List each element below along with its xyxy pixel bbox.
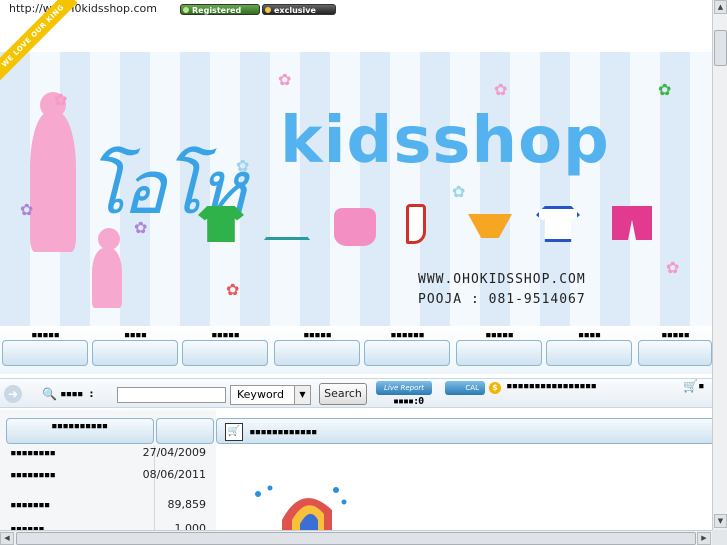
nav-tab-label: ▪▪▪▪: [577, 328, 602, 341]
main-nav: ▪▪▪▪▪ ▪▪▪▪ ▪▪▪▪▪ ▪▪▪▪▪ ▪▪▪▪▪▪ ▪▪▪▪▪ ▪▪▪▪…: [0, 326, 712, 374]
promo-text[interactable]: ▪▪▪▪▪▪▪▪▪▪▪▪▪▪▪▪: [506, 379, 597, 392]
nav-tab-label: ▪▪▪▪▪: [210, 328, 240, 341]
flower-icon: ✿: [226, 280, 240, 299]
coin-icon: $: [489, 382, 501, 394]
flower-icon: ✿: [658, 80, 672, 99]
nav-tab-label: ▪▪▪▪▪: [302, 328, 332, 341]
nav-tab-6[interactable]: ▪▪▪▪▪: [456, 329, 542, 366]
nav-tab-4[interactable]: ▪▪▪▪▪: [274, 329, 360, 366]
cart-text: ▪: [698, 379, 705, 392]
nav-tab-label: ▪▪▪▪▪: [660, 328, 690, 341]
registered-badge[interactable]: Registered: [180, 4, 260, 15]
nav-tab-2[interactable]: ▪▪▪▪: [92, 329, 178, 366]
page-viewport: http://w… H0kidsshop.com Registered excl…: [0, 0, 712, 530]
tanktop-pink-icon: [334, 208, 376, 246]
banner-phone: POOJA : 081-9514067: [418, 292, 586, 307]
nav-tab-8[interactable]: ▪▪▪▪▪: [638, 329, 712, 366]
flower-icon: ✿: [278, 70, 292, 89]
back-arrow-icon[interactable]: ➜: [4, 385, 22, 403]
nav-tab-1[interactable]: ▪▪▪▪▪: [2, 329, 88, 366]
stats-header-right: [156, 418, 214, 444]
tshirt-blue-icon: [536, 206, 580, 242]
stat-row: ▪▪▪▪▪▪▪ 89,859: [10, 498, 206, 518]
flower-icon: ✿: [494, 80, 508, 99]
stat-value: 1,000: [174, 522, 207, 530]
cart-icon: 🛒: [225, 423, 243, 441]
stat-value: 08/06/2011: [142, 468, 206, 481]
site-url-text[interactable]: http://w… H0kidsshop.com: [9, 2, 157, 15]
vertical-scrollbar[interactable]: ▲ ▼: [712, 0, 727, 530]
flower-icon: ✿: [134, 218, 148, 237]
horizontal-scroll-thumb[interactable]: [16, 532, 696, 545]
shorts-magenta-icon: [612, 206, 652, 240]
child-silhouette: [92, 248, 122, 308]
shop-stats-panel: ▪▪▪▪▪▪▪▪▪▪ ▪▪▪▪▪▪▪▪ 27/04/2009 ▪▪▪▪▪▪▪▪ …: [0, 410, 216, 530]
hanger-icon: [264, 212, 310, 240]
exclusive-badge-label: exclusive: [274, 6, 316, 15]
flower-icon: ✿: [20, 200, 34, 219]
scrollbar-corner: [712, 530, 727, 545]
search-label: ▪▪▪▪ :: [60, 387, 95, 400]
scroll-up-icon[interactable]: ▲: [714, 0, 727, 14]
stats-title: ▪▪▪▪▪▪▪▪▪▪: [51, 419, 108, 432]
flower-icon: ✿: [54, 90, 68, 109]
products-title: ▪▪▪▪▪▪▪▪▪▪▪▪: [249, 425, 317, 438]
live-report-badge[interactable]: Live Report: [376, 381, 432, 395]
nav-tab-label: ▪▪▪▪▪▪: [390, 328, 425, 341]
horizontal-scrollbar[interactable]: ◀ ▶: [0, 530, 712, 545]
nav-tab-5[interactable]: ▪▪▪▪▪▪: [364, 329, 450, 366]
stat-row: ▪▪▪▪▪▪▪▪ 27/04/2009: [10, 446, 206, 466]
stat-row: ▪▪▪▪▪▪▪▪ 08/06/2011: [10, 468, 206, 488]
flower-icon: ✿: [452, 182, 466, 201]
live-report-count: ▪▪▪▪:0: [393, 396, 424, 407]
scroll-down-icon[interactable]: ▼: [714, 514, 727, 528]
magnifier-icon: 🔍: [42, 387, 57, 401]
stat-key: ▪▪▪▪▪▪: [10, 522, 45, 530]
site-topbar: http://w… H0kidsshop.com Registered excl…: [0, 0, 712, 18]
nav-tab-7[interactable]: ▪▪▪▪: [546, 329, 632, 366]
content-area: ▪▪▪▪▪▪▪▪▪▪ ▪▪▪▪▪▪▪▪ 27/04/2009 ▪▪▪▪▪▪▪▪ …: [0, 410, 712, 530]
chevron-down-icon[interactable]: ▼: [294, 386, 310, 404]
exclusive-badge[interactable]: exclusive: [262, 4, 336, 15]
stat-key: ▪▪▪▪▪▪▪▪: [10, 446, 56, 459]
search-toolbar: ➜ 🔍 ▪▪▪▪ : Keyword ▼ Search Live Report ▪…: [0, 378, 712, 408]
vertical-scroll-thumb[interactable]: [714, 30, 727, 66]
search-type-value: Keyword: [237, 388, 284, 401]
nav-tab-label: ▪▪▪▪▪: [484, 328, 514, 341]
cart-icon[interactable]: 🛒: [683, 379, 698, 393]
registered-icon: [183, 7, 189, 13]
stat-row: ▪▪▪▪▪▪ 1,000: [10, 522, 206, 530]
nav-tab-label: ▪▪▪▪▪: [30, 328, 60, 341]
stat-key: ▪▪▪▪▪▪▪▪: [10, 468, 56, 481]
shop-banner: โอโห kidsshop ✿ ✿ ✿ ✿ ✿ ✿ ✿ ✿ ✿ ✿ WWW.OH…: [0, 52, 712, 326]
stat-value: 27/04/2009: [142, 446, 206, 459]
products-panel: 🛒 ▪▪▪▪▪▪▪▪▪▪▪▪: [216, 410, 712, 530]
exclusive-icon: [265, 7, 271, 13]
stat-value: 89,859: [167, 498, 207, 511]
fish-promo-image[interactable]: [252, 480, 352, 530]
stat-key: ▪▪▪▪▪▪▪: [10, 498, 50, 511]
nav-tab-3[interactable]: ▪▪▪▪▪: [182, 329, 268, 366]
banner-website: WWW.OHOKIDSSHOP.COM: [418, 272, 586, 287]
flower-icon: ✿: [666, 258, 680, 277]
search-type-select[interactable]: Keyword ▼: [230, 385, 311, 405]
calendar-badge[interactable]: CAL: [445, 381, 485, 395]
underwear-orange-icon: [468, 214, 512, 238]
search-input[interactable]: [117, 387, 226, 403]
mother-silhouette: [30, 112, 76, 252]
flower-icon: ✿: [236, 156, 250, 175]
stats-header: ▪▪▪▪▪▪▪▪▪▪: [6, 418, 154, 444]
scroll-left-icon[interactable]: ◀: [0, 532, 14, 545]
search-button[interactable]: Search: [319, 383, 367, 405]
registered-badge-label: Registered: [192, 6, 242, 15]
sock-red-icon: [406, 204, 426, 244]
scroll-right-icon[interactable]: ▶: [697, 532, 711, 545]
products-header: 🛒 ▪▪▪▪▪▪▪▪▪▪▪▪: [216, 418, 712, 444]
nav-tab-label: ▪▪▪▪: [123, 328, 148, 341]
banner-logo-text: kidsshop: [280, 104, 610, 178]
